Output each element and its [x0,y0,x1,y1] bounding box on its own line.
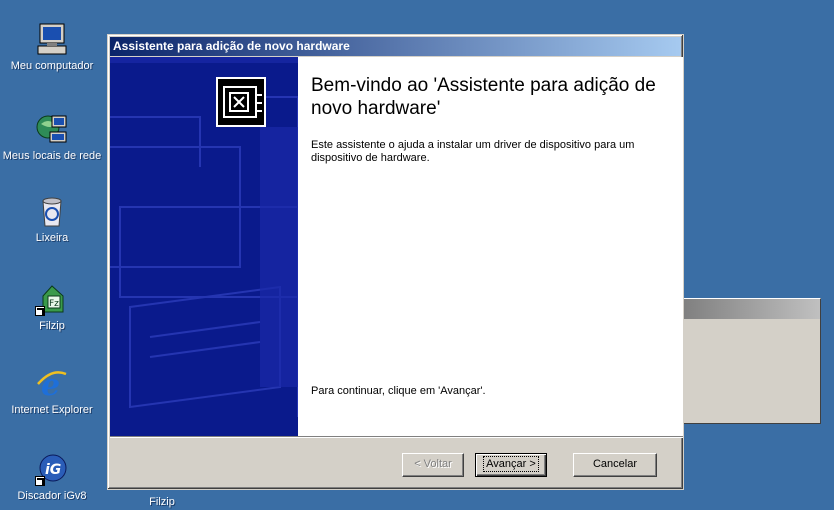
desktop-icon-label: Lixeira [35,232,69,244]
desktop-icon-my-computer[interactable]: Meu computador [2,22,102,73]
igv8-dialer-icon: iG [35,452,69,486]
desktop-icon-igv8-dialer[interactable]: iG Discador iGv8 [2,452,102,503]
desktop-icon-label: Meu computador [10,60,94,72]
window-title[interactable]: Assistente para adição de novo hardware [110,37,681,56]
svg-text:Fz: Fz [49,299,59,309]
footer-separator [110,436,683,438]
desktop-icon-label: Meus locais de rede [2,150,102,162]
desktop-icon-recycle-bin[interactable]: Lixeira [2,194,102,245]
wizard-body: Bem-vindo ao 'Assistente para adição de … [110,57,683,436]
recycle-bin-icon [35,194,69,228]
next-button[interactable]: Avançar > [475,453,547,477]
desktop-icon-label: Internet Explorer [11,404,93,416]
desktop-icon-label: Filzip [39,320,65,332]
cancel-button[interactable]: Cancelar [573,453,657,477]
wizard-side-banner [110,57,298,436]
shortcut-arrow-icon [35,306,45,316]
hardware-card-icon [216,77,266,127]
desktop-icon-internet-explorer[interactable]: e Internet Explorer [2,366,102,417]
desktop-icon-label: Discador iGv8 [17,490,87,502]
wizard-description: Este assistente o ajuda a instalar um dr… [311,139,635,164]
svg-text:iG: iG [45,462,61,478]
desktop-icon-network-places[interactable]: Meus locais de rede [2,112,102,163]
back-button[interactable]: < Voltar [402,453,464,477]
next-button-label: Avançar > [483,456,539,472]
network-places-icon [35,112,69,146]
filzip-icon: Fz [35,282,69,316]
shortcut-arrow-icon [35,476,45,486]
back-button-label: < Voltar [414,458,452,470]
background-window-titlebar[interactable] [684,299,820,319]
add-hardware-wizard-window[interactable]: Assistente para adição de novo hardware [107,34,684,490]
wizard-content: Bem-vindo ao 'Assistente para adição de … [311,74,671,165]
continue-instruction: Para continuar, clique em 'Avançar'. [311,385,486,397]
my-computer-icon [35,22,69,56]
desktop-icon-filzip[interactable]: Fz Filzip [2,282,102,333]
desktop-icon-label: Filzip [149,496,175,508]
internet-explorer-icon: e [35,366,69,403]
background-window[interactable] [683,298,821,424]
wizard-heading: Bem-vindo ao 'Assistente para adição de … [311,75,656,119]
cancel-button-label: Cancelar [592,458,638,470]
